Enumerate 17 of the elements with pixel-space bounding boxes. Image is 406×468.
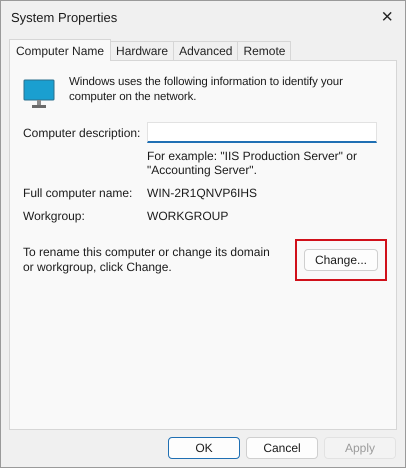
field-label: Workgroup:: [23, 209, 86, 223]
intro-text: Windows uses the following information to identify your computer on the network.: [69, 75, 344, 105]
close-button[interactable]: ×: [375, 6, 399, 28]
tab[interactable]: Computer Name: [9, 39, 112, 61]
hint-text: For example: "IIS Production Server" or "Accounting Server".: [147, 149, 358, 177]
rename-text: To rename this computer or change its domain or workgroup, click Change.: [23, 245, 271, 275]
field-value: WIN-2R1QNVP6IHS: [147, 186, 258, 200]
change-button[interactable]: Change...: [304, 249, 378, 271]
field-value: WORKGROUP: [147, 209, 228, 223]
field-label: Full computer name:: [23, 186, 134, 200]
dialog-button[interactable]: Cancel: [246, 437, 318, 459]
monitor-icon: [23, 79, 55, 109]
description-field[interactable]: [147, 122, 377, 143]
tab[interactable]: Remote: [237, 41, 292, 60]
field-label: Computer description:: [23, 126, 142, 140]
window-title: System Properties: [11, 10, 118, 24]
dialog-button[interactable]: OK: [168, 437, 240, 459]
